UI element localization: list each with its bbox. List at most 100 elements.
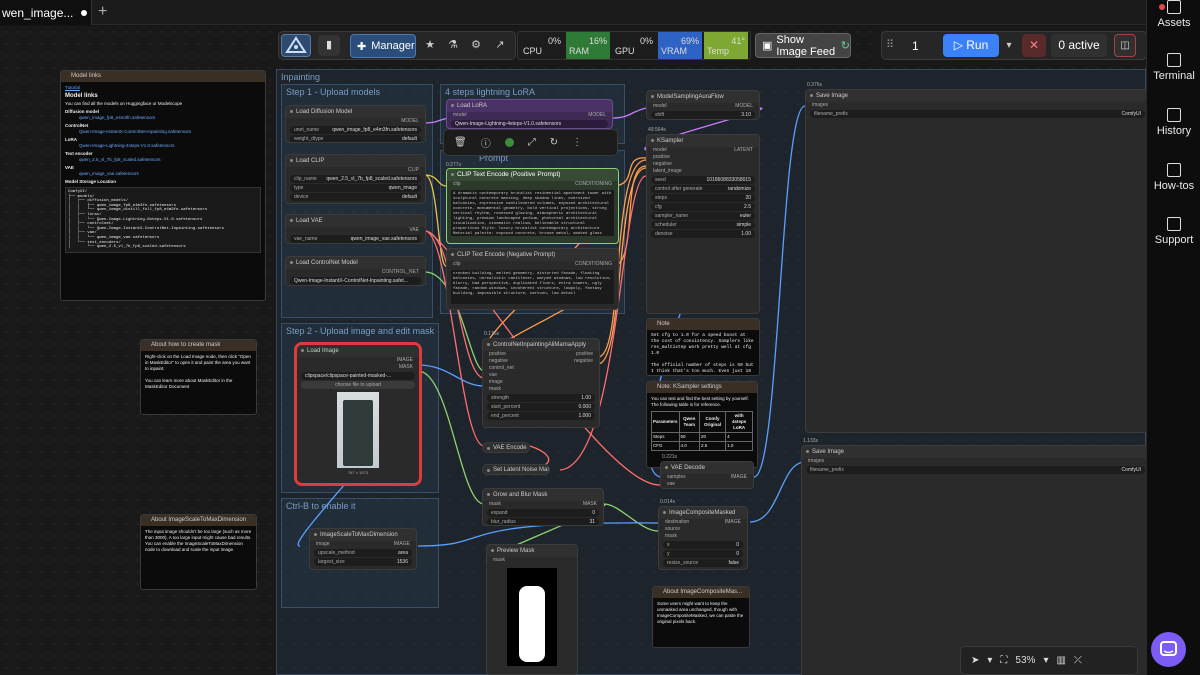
workflow-tab[interactable]: wen_image...	[0, 0, 92, 25]
sidebar-item-howtos[interactable]: How-tos	[1147, 163, 1200, 192]
number-widget[interactable]: largest_size 1536	[314, 558, 412, 566]
node-positive-prompt[interactable]: CLIP Text Encode (Positive Prompt) clip C…	[446, 168, 619, 244]
drag-handle-icon[interactable]: ⠿	[886, 38, 894, 51]
node-load-vae[interactable]: Load VAE VAE vae_name qwen_image_vae.safe…	[285, 214, 426, 244]
info-icon[interactable]: ⓘ	[481, 135, 491, 150]
node-latent-mask[interactable]: Set Latent Noise Mask	[482, 464, 550, 475]
input-slot[interactable]: vae	[489, 372, 497, 379]
node-grow-blur[interactable]: Grow and Blur Mask mask MASK expand 0 blur…	[482, 488, 604, 526]
combo-widget[interactable]: type qwen_image	[290, 184, 421, 192]
rerun-icon[interactable]: ↻	[550, 137, 558, 148]
model-icon[interactable]: ⚙	[466, 35, 486, 55]
node-load-image[interactable]: Load Image IMAGE MASK clipspace/clipspac…	[294, 342, 422, 486]
run-button[interactable]: ▷ Run	[943, 34, 999, 57]
note-about-scale[interactable]: About ImageScaleToMaxDimension The input…	[140, 514, 257, 590]
input-slot[interactable]: mask	[489, 501, 501, 508]
input-slot[interactable]: images	[808, 458, 824, 465]
output-slot[interactable]: IMAGE	[725, 519, 741, 526]
comfy-logo[interactable]	[281, 34, 311, 57]
output-slot[interactable]: MASK	[583, 501, 597, 508]
text-widget[interactable]: filename_prefix ComfyUI	[810, 110, 1145, 118]
number-widget[interactable]: start_percent 0.000	[487, 403, 595, 411]
minimap-icon[interactable]: ▥	[1056, 655, 1065, 666]
combo-widget[interactable]: control after generate randomize	[651, 185, 755, 193]
note-model-links[interactable]: Model links Tutorial Model links You can…	[60, 70, 266, 301]
sidebar-item-terminal[interactable]: Terminal	[1147, 53, 1200, 82]
output-slot[interactable]: VAE	[409, 227, 419, 234]
combo-widget[interactable]: Qwen-Image-InstantX-ControlNet-Inpaintin…	[290, 277, 421, 285]
input-slot[interactable]: image	[316, 541, 330, 548]
output-slot[interactable]: CONDITIONING	[575, 181, 612, 188]
combo-widget[interactable]: sampler_name euler	[651, 212, 755, 220]
toggle-widget[interactable]: resize_source false	[663, 559, 743, 567]
sidebar-item-assets[interactable]: Assets	[1147, 0, 1200, 29]
input-slot[interactable]: control_net	[489, 365, 514, 372]
output-slot[interactable]: MODEL	[735, 103, 753, 110]
number-widget[interactable]: shift 3.10	[651, 111, 755, 119]
combo-widget[interactable]: unet_name qwen_image_fp8_e4m3fn.safetenso…	[290, 126, 421, 134]
delete-icon[interactable]: 🗑	[454, 137, 467, 148]
input-slot[interactable]: negative	[653, 161, 672, 168]
node-save-image-2[interactable]: Save Image images filename_prefix ComfyUI	[801, 445, 1146, 675]
show-image-feed-button[interactable]: ▣ Show Image Feed ↻	[755, 33, 851, 58]
input-slot[interactable]: samples	[667, 474, 686, 481]
color-picker-icon[interactable]	[504, 138, 514, 147]
toggle-panel-icon[interactable]: ◫	[1114, 34, 1136, 57]
number-widget[interactable]: cfg 2.5	[651, 203, 755, 211]
new-tab-button[interactable]: +	[98, 3, 107, 21]
note-cfg[interactable]: Note Set cfg to 1.0 for a speed boost at…	[646, 318, 760, 376]
sidebar-item-history[interactable]: History	[1147, 108, 1200, 137]
image-combo[interactable]: clipspace/clipspace-painted-masked-...	[301, 372, 415, 380]
number-widget[interactable]: y0	[663, 550, 743, 558]
output-slot[interactable]: MODEL	[401, 118, 419, 125]
node-load-diffusion[interactable]: Load Diffusion Model MODEL unet_name qwen…	[285, 105, 426, 143]
output-slot[interactable]: LATENT	[734, 147, 753, 154]
text-widget[interactable]: filename_prefix ComfyUI	[806, 466, 1145, 474]
zoom-level[interactable]: 53%	[1015, 655, 1035, 666]
manager-button[interactable]: ✚ Manager	[350, 34, 416, 58]
node-load-clip[interactable]: Load CLIP CLIP clip_name qwen_2.5_vl_7b_f…	[285, 154, 426, 204]
model-link[interactable]: qwen_2.5_vl_7b_fp8_scaled.safetensors	[65, 157, 261, 163]
combo-widget[interactable]: device default	[290, 193, 421, 201]
node-load-lora[interactable]: Load LoRA model MODEL Qwen-Image-Lightnin…	[446, 99, 613, 129]
prompt-textarea[interactable]: crooked building, melted geometry, disto…	[451, 270, 614, 304]
node-ksampler[interactable]: KSampler model LATENT positive negative l…	[646, 134, 760, 314]
model-link[interactable]: qwen_image_fp8_e4m3fn.safetensors	[65, 115, 261, 121]
select-tool-icon[interactable]: ➤	[971, 655, 979, 666]
output-slot[interactable]: CLIP	[408, 167, 419, 174]
model-link[interactable]: qwen_image_vae.safetensors	[65, 171, 261, 177]
zoom-chevron-icon[interactable]: ▾	[1043, 655, 1048, 666]
note-about-composite[interactable]: About ImageCompositeMas... Some users mi…	[652, 586, 750, 648]
output-slot[interactable]: CONDITIONING	[575, 261, 612, 268]
input-slot[interactable]: model	[653, 103, 667, 110]
number-widget[interactable]: steps 20	[651, 194, 755, 202]
output-slot[interactable]: IMAGE	[397, 357, 413, 364]
node-controlnet-apply[interactable]: ControlNetInpaintingAliMamaApply positiv…	[482, 338, 600, 428]
node-preview-mask[interactable]: Preview Mask mask	[486, 544, 578, 675]
number-widget[interactable]: x0	[663, 541, 743, 549]
input-slot[interactable]: model	[653, 147, 667, 154]
input-slot[interactable]: positive	[489, 351, 506, 358]
number-widget[interactable]: end_percent 1.000	[487, 412, 595, 420]
input-slot[interactable]: clip	[453, 261, 461, 268]
number-widget[interactable]: denoise 1.00	[651, 230, 755, 238]
output-slot[interactable]: IMAGE	[394, 541, 410, 548]
batch-count-input[interactable]: 1	[906, 35, 940, 57]
input-slot[interactable]: mask	[493, 557, 505, 564]
flask-icon[interactable]: ⚗	[443, 35, 463, 55]
combo-widget[interactable]: scheduler simple	[651, 221, 755, 229]
seed-widget[interactable]: seed 1018608833058015	[651, 176, 755, 184]
link-visibility-icon[interactable]: ⤫	[1074, 655, 1082, 666]
output-slot[interactable]: IMAGE	[731, 474, 747, 481]
share-icon[interactable]: ↗	[490, 35, 510, 55]
model-link[interactable]: Qwen-Image-InstantX-ControlNet-Inpaintin…	[65, 129, 261, 135]
node-negative-prompt[interactable]: CLIP Text Encode (Negative Prompt) clip C…	[446, 248, 619, 310]
input-slot[interactable]: source	[665, 526, 680, 533]
fit-icon[interactable]: ⤢	[528, 137, 536, 148]
star-icon[interactable]: ★	[420, 35, 440, 55]
more-options-icon[interactable]: ⋮	[572, 137, 582, 148]
node-image-scale[interactable]: ImageScaleToMaxDimension image IMAGE upsc…	[309, 528, 417, 570]
output-slot[interactable]: MODEL	[588, 112, 606, 119]
combo-widget[interactable]: clip_name qwen_2.5_vl_7b_fp8_scaled.safet…	[290, 175, 421, 183]
prompt-textarea[interactable]: A dramatic contemporary brutalist reside…	[451, 190, 614, 236]
